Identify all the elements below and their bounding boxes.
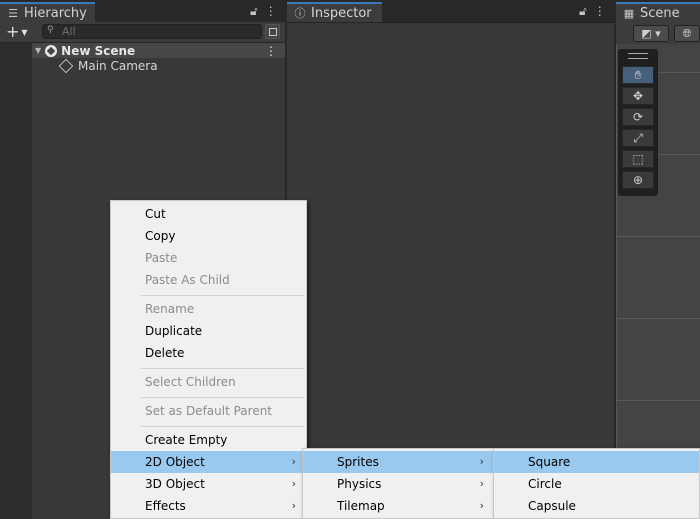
menu-item-delete[interactable]: Delete: [111, 342, 306, 364]
kebab-menu-icon[interactable]: ⋮: [594, 4, 606, 19]
info-icon: ⓘ: [294, 7, 306, 20]
kebab-menu-icon[interactable]: ⋮: [265, 4, 277, 19]
list-icon: ☰: [8, 6, 18, 20]
menu-item-tilemap[interactable]: Tilemap ›: [303, 495, 494, 517]
hierarchy-context-menu: Cut Copy Paste Paste As Child Rename Dup…: [110, 200, 307, 519]
rotate-tool-button[interactable]: ⟳: [622, 108, 654, 126]
menu-item-label: 3D Object: [145, 477, 205, 491]
menu-separator: [141, 426, 304, 427]
tab-hierarchy[interactable]: ☰ Hierarchy: [0, 2, 95, 22]
menu-item-rename: Rename: [145, 302, 195, 316]
move-tool-button[interactable]: ✥: [622, 87, 654, 105]
menu-separator: [141, 295, 304, 296]
chevron-right-icon: ›: [291, 499, 296, 512]
hierarchy-tabbar: ☰ Hierarchy 🔓︎ ⋮: [0, 0, 285, 23]
menu-item-square[interactable]: Square: [494, 451, 699, 473]
rect-tool-button[interactable]: ⬚: [622, 150, 654, 168]
chevron-right-icon: ›: [479, 499, 484, 512]
menu-item-label: Physics: [337, 477, 382, 491]
search-placeholder: All: [62, 25, 76, 38]
drag-handle-icon[interactable]: [628, 53, 648, 59]
unity-scene-icon: [45, 44, 58, 57]
chevron-right-icon: ›: [291, 455, 296, 468]
transform-tool-button[interactable]: ⊕: [622, 171, 654, 189]
lock-icon[interactable]: 🔓︎: [579, 4, 587, 19]
hierarchy-tab-tools: 🔓︎ ⋮: [250, 4, 277, 19]
scene-tabbar: ▦ Scene: [616, 0, 700, 23]
search-field[interactable]: ⚲ All: [42, 24, 262, 39]
hand-tool-button[interactable]: ✋︎: [622, 66, 654, 84]
chevron-down-icon: ▼: [21, 27, 28, 37]
scene-name: New Scene: [61, 43, 136, 58]
hierarchy-item-main-camera[interactable]: Main Camera: [58, 58, 158, 74]
menu-item-create-empty[interactable]: Create Empty: [111, 429, 306, 451]
menu-separator: [141, 368, 304, 369]
menu-separator: [141, 397, 304, 398]
menu-item-effects[interactable]: Effects ›: [111, 495, 306, 517]
chevron-right-icon: ›: [479, 477, 484, 490]
menu-item-label: Sprites: [337, 455, 379, 469]
menu-item-duplicate[interactable]: Duplicate: [111, 320, 306, 342]
menu-item-set-default-parent: Set as Default Parent: [145, 404, 273, 418]
menu-item-select-children: Select Children: [145, 375, 236, 389]
menu-item-physics[interactable]: Physics ›: [303, 473, 494, 495]
menu-item-label: Tilemap: [337, 499, 385, 513]
expand-arrow-icon[interactable]: ▼: [35, 46, 41, 55]
tab-scene[interactable]: ▦ Scene: [616, 2, 700, 22]
submenu-sprites: Square Circle Capsule: [493, 448, 700, 519]
global-toggle-button[interactable]: 🌐︎: [674, 25, 700, 42]
menu-item-2d-object[interactable]: 2D Object ›: [111, 451, 306, 473]
chevron-right-icon: ›: [479, 455, 484, 468]
menu-item-3d-object[interactable]: 3D Object ›: [111, 473, 306, 495]
hierarchy-toolbar: + ▼ ⚲ All: [0, 22, 285, 43]
inspector-tabbar: ⓘ Inspector 🔓︎ ⋮: [287, 0, 614, 23]
search-icon: ⚲: [47, 25, 54, 35]
gizmo-dropdown-button[interactable]: ◩ ▾: [633, 25, 669, 42]
gameobject-cube-icon: [58, 58, 74, 74]
scale-tool-button[interactable]: ⤢: [622, 129, 654, 147]
menu-item-capsule[interactable]: Capsule: [494, 495, 699, 517]
grid-icon: ▦: [623, 6, 635, 20]
menu-item-copy[interactable]: Copy: [111, 225, 306, 247]
scene-toolbar: ◩ ▾ 🌐︎: [616, 22, 700, 44]
create-dropdown-button[interactable]: + ▼: [6, 23, 28, 42]
scene-row[interactable]: ▼ New Scene ⋮: [32, 43, 285, 58]
tab-inspector-label: Inspector: [311, 5, 372, 21]
scene-tool-strip: ✋︎ ✥ ⟳ ⤢ ⬚ ⊕: [618, 49, 658, 196]
inspector-tab-tools: 🔓︎ ⋮: [579, 4, 606, 19]
menu-item-label: 2D Object: [145, 455, 205, 469]
menu-item-label: Effects: [145, 499, 186, 513]
scene-visibility-button[interactable]: [265, 24, 280, 39]
hierarchy-item-label: Main Camera: [78, 59, 158, 73]
hierarchy-gutter: [0, 43, 32, 519]
scene-kebab-icon[interactable]: ⋮: [265, 44, 277, 58]
menu-item-paste: Paste: [145, 251, 178, 265]
menu-item-sprites[interactable]: Sprites ›: [303, 451, 494, 473]
tab-scene-label: Scene: [640, 5, 680, 21]
inspector-panel: ⓘ Inspector 🔓︎ ⋮: [287, 0, 614, 519]
menu-item-circle[interactable]: Circle: [494, 473, 699, 495]
scene-panel: ▦ Scene ◩ ▾ 🌐︎ ✋︎ ✥ ⟳ ⤢ ⬚ ⊕: [616, 0, 700, 519]
menu-item-paste-as-child: Paste As Child: [145, 273, 230, 287]
tab-hierarchy-label: Hierarchy: [24, 5, 87, 21]
tab-inspector[interactable]: ⓘ Inspector: [287, 2, 382, 22]
chevron-right-icon: ›: [291, 477, 296, 490]
submenu-2d-object: Sprites › Physics › Tilemap ›: [302, 448, 495, 519]
menu-item-cut[interactable]: Cut: [111, 203, 306, 225]
lock-icon[interactable]: 🔓︎: [250, 4, 258, 19]
